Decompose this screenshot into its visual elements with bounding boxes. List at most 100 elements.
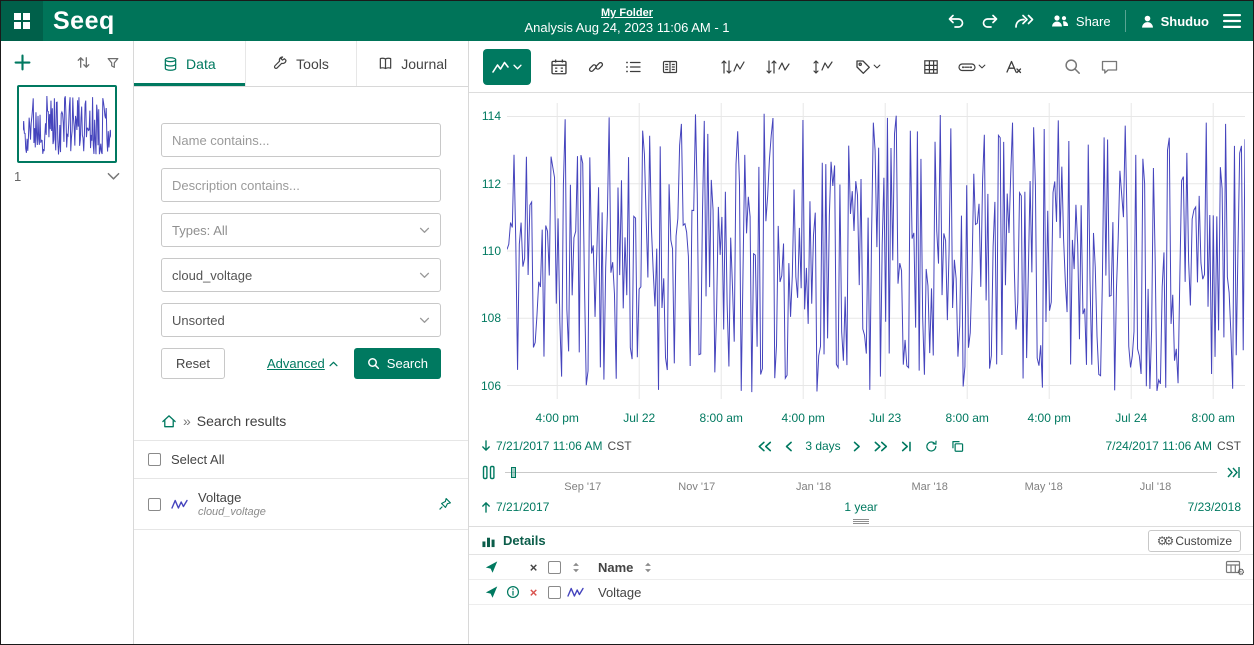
header-actions: Share Shuduo — [946, 10, 1253, 32]
database-icon — [163, 56, 178, 72]
apps-menu-button[interactable] — [1, 1, 43, 41]
chart-toolbar — [469, 41, 1253, 93]
investigate-range-start[interactable]: 7/21/2017 — [496, 500, 549, 514]
pin-icon[interactable] — [438, 497, 452, 511]
details-item-checkbox[interactable] — [548, 586, 561, 599]
remove-all-icon[interactable]: × — [523, 560, 544, 575]
filter-worksheets-icon[interactable] — [106, 56, 120, 70]
fast-forward-icon[interactable] — [1014, 13, 1036, 29]
investigate-start-arrow-icon[interactable] — [481, 501, 491, 513]
bar-chart-icon — [481, 534, 496, 548]
details-item-name: Voltage — [598, 585, 641, 600]
timeline-right-handle-icon[interactable] — [1225, 465, 1241, 480]
comment-icon[interactable] — [1094, 52, 1124, 82]
step-back-double-icon[interactable] — [757, 441, 772, 452]
reset-button[interactable]: Reset — [161, 348, 225, 379]
step-forward-double-icon[interactable] — [874, 441, 889, 452]
sort-worksheets-icon[interactable] — [76, 55, 91, 70]
new-worksheet-button[interactable] — [14, 54, 31, 71]
step-to-end-icon[interactable] — [901, 441, 913, 452]
step-back-icon[interactable] — [784, 441, 793, 452]
worksheet-thumbnail[interactable] — [17, 85, 117, 163]
gridlines-icon[interactable] — [916, 52, 946, 82]
refresh-icon[interactable] — [925, 440, 939, 453]
tab-tools[interactable]: Tools — [246, 41, 358, 86]
copy-range-icon[interactable] — [951, 439, 965, 453]
description-contains-input[interactable] — [161, 168, 441, 202]
timeline-selected-range[interactable] — [511, 467, 516, 478]
hamburger-menu-icon[interactable] — [1223, 14, 1241, 28]
thumbnail-chart-svg — [23, 92, 111, 156]
trend-chart[interactable]: 114 112 110 108 106 4:00 pm Jul 22 8:00 … — [469, 93, 1253, 433]
timeline-track[interactable] — [505, 465, 1217, 479]
x-axis-tick: Jul 24 — [1115, 411, 1147, 425]
calendar-icon[interactable] — [544, 52, 574, 82]
columns-icon[interactable] — [655, 52, 685, 82]
signal-icon — [171, 497, 188, 511]
apps-grid-icon — [13, 12, 31, 30]
search-form: Types: All cloud_voltage Unsorted Reset … — [134, 87, 468, 379]
display-range-bar: 7/21/2017 11:06 AM CST 3 days 7/24/2017 … — [469, 433, 1253, 459]
select-all-checkbox[interactable] — [148, 453, 161, 466]
search-button[interactable]: Search — [354, 348, 441, 379]
worksheet-menu-chevron-icon[interactable] — [107, 172, 120, 181]
annotate-icon[interactable] — [998, 52, 1028, 82]
one-axis-per-lane-icon[interactable] — [759, 52, 797, 82]
breadcrumb-my-folder[interactable]: My Folder — [601, 7, 653, 19]
name-contains-input[interactable] — [161, 123, 441, 157]
details-select-all-checkbox[interactable] — [548, 561, 561, 574]
one-lane-axis-icon[interactable] — [714, 52, 752, 82]
journal-book-icon — [378, 56, 393, 71]
info-icon[interactable] — [502, 585, 523, 599]
types-select[interactable]: Types: All — [161, 213, 441, 247]
item-checkbox[interactable] — [148, 498, 161, 511]
advanced-link[interactable]: Advanced — [267, 356, 338, 371]
display-range-duration[interactable]: 3 days — [805, 439, 840, 453]
investigate-range-duration[interactable]: 1 year — [844, 500, 877, 514]
send-all-icon[interactable] — [481, 560, 502, 574]
trend-chart-icon — [492, 60, 509, 74]
auto-scale-axis-icon[interactable] — [804, 52, 842, 82]
link-icon[interactable] — [581, 52, 611, 82]
list-icon[interactable] — [618, 52, 648, 82]
labels-tag-icon[interactable] — [849, 52, 887, 82]
capsule-time-icon[interactable] — [953, 52, 991, 82]
timeline-left-handle-icon[interactable] — [481, 465, 497, 480]
tab-journal[interactable]: Journal — [357, 41, 468, 86]
sort-arrows-icon[interactable] — [565, 561, 586, 574]
customize-button[interactable]: ⚙⚙ Customize — [1148, 530, 1241, 552]
undo-icon[interactable] — [946, 13, 966, 29]
sort-select[interactable]: Unsorted — [161, 303, 441, 337]
tab-data[interactable]: Data — [134, 41, 246, 86]
remove-item-icon[interactable]: × — [523, 585, 544, 600]
result-item-row[interactable]: Voltage cloud_voltage — [134, 479, 468, 530]
details-item-row[interactable]: × Voltage — [469, 580, 1253, 605]
zoom-icon[interactable] — [1057, 52, 1087, 82]
x-axis-tick: 8:00 am — [1192, 411, 1235, 425]
datasource-select[interactable]: cloud_voltage — [161, 258, 441, 292]
chart-type-button[interactable] — [483, 49, 531, 85]
x-axis-tick: 4:00 pm — [536, 411, 579, 425]
investigate-range-end[interactable]: 7/23/2018 — [1188, 500, 1241, 514]
display-range-end[interactable]: 7/24/2017 11:06 AM — [1105, 439, 1212, 453]
table-settings-icon[interactable]: ⚙ — [1225, 560, 1241, 574]
user-menu[interactable]: Shuduo — [1140, 14, 1209, 29]
step-forward-icon[interactable] — [853, 441, 862, 452]
sort-arrows-icon[interactable] — [637, 561, 658, 574]
timeline-axis-line — [505, 472, 1217, 473]
range-start-arrow-icon[interactable] — [481, 440, 491, 452]
panel-splitter[interactable] — [469, 517, 1253, 526]
chevron-down-icon — [513, 64, 522, 70]
redo-icon[interactable] — [980, 13, 1000, 29]
seeq-logo[interactable]: Seeq — [53, 7, 115, 36]
timeline-tick: Nov '17 — [678, 481, 715, 493]
investigate-timeline: Sep '17 Nov '17 Jan '18 Mar '18 May '18 … — [469, 459, 1253, 517]
x-axis-tick: Jul 22 — [623, 411, 655, 425]
details-name-header[interactable]: Name — [598, 560, 633, 575]
user-icon — [1140, 14, 1155, 29]
display-range-start[interactable]: 7/21/2017 11:06 AM — [496, 439, 603, 453]
share-button[interactable]: Share — [1050, 13, 1111, 29]
home-icon[interactable] — [161, 414, 177, 429]
x-axis-tick: 8:00 am — [946, 411, 989, 425]
send-item-icon[interactable] — [481, 585, 502, 599]
